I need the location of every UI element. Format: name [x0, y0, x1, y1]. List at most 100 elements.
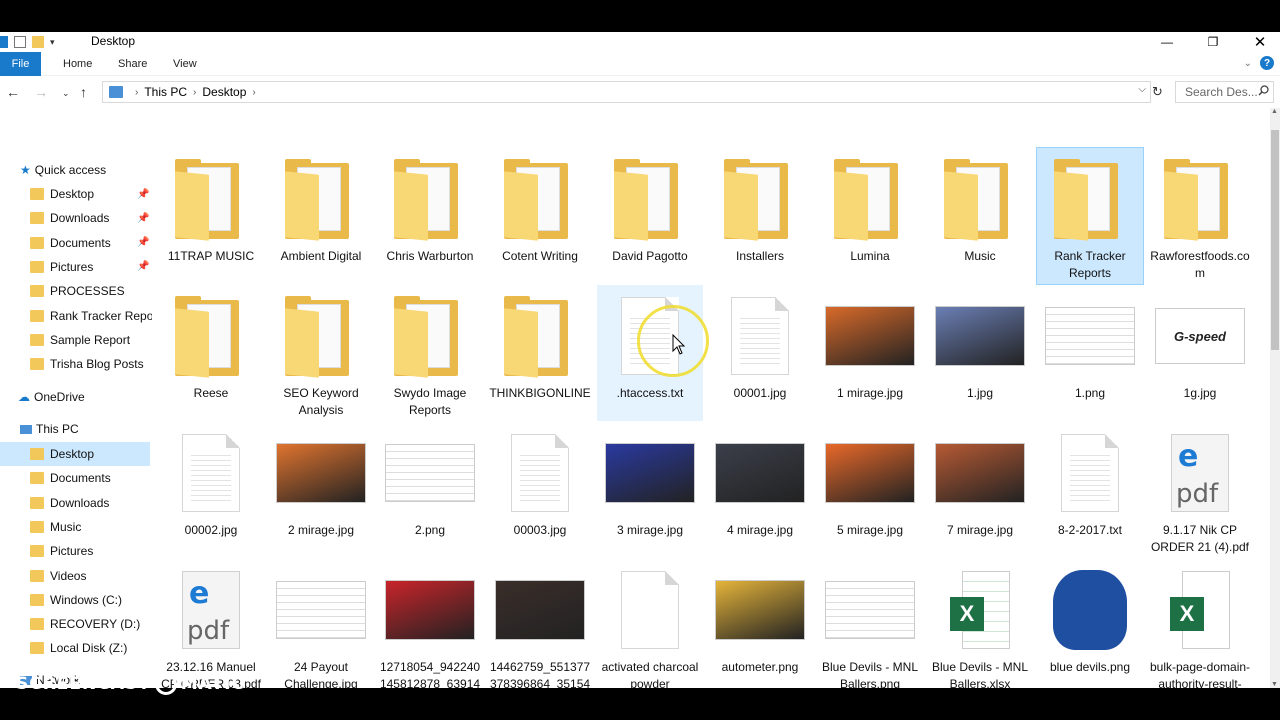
- pin-icon[interactable]: 📌: [137, 237, 149, 248]
- close-button[interactable]: ✕: [1237, 32, 1280, 52]
- refresh-icon[interactable]: ↻: [1152, 84, 1163, 100]
- back-arrow-icon[interactable]: ←: [6, 84, 20, 100]
- file-item[interactable]: Installers: [707, 148, 813, 284]
- file-item[interactable]: Cotent Writing: [487, 148, 593, 284]
- nav-label: Trisha Blog Posts: [50, 357, 144, 372]
- file-item[interactable]: e pdf 9.1.17 Nik CP ORDER 21 (4).pdf: [1147, 422, 1253, 558]
- nav-quick-access[interactable]: ★ Quick access: [0, 158, 150, 182]
- file-name: 1 mirage.jpg: [836, 386, 904, 400]
- file-item[interactable]: 12718054_942240145812878_639145843492140…: [377, 559, 483, 688]
- vertical-scrollbar[interactable]: ▲ ▼: [1270, 108, 1280, 688]
- nav-onedrive[interactable]: ☁ OneDrive: [0, 385, 150, 409]
- file-item[interactable]: David Pagotto: [597, 148, 703, 284]
- nav-quick-item[interactable]: Downloads 📌: [0, 206, 150, 230]
- nav-pc-item[interactable]: RECOVERY (D:): [0, 612, 150, 636]
- tab-view[interactable]: View: [165, 52, 205, 76]
- file-item[interactable]: Xbulk-page-domain-authority-result-2017-…: [1147, 559, 1253, 688]
- nav-pc-item[interactable]: Downloads: [0, 491, 150, 515]
- file-item[interactable]: 1.png: [1037, 285, 1143, 421]
- breadcrumb-this-pc[interactable]: This PC: [144, 85, 187, 99]
- recent-locations-chevron-icon[interactable]: ⌄: [62, 88, 70, 99]
- file-name: Lumina: [850, 249, 890, 263]
- breadcrumb-chevron-icon[interactable]: ›: [135, 87, 138, 98]
- file-item[interactable]: blue devils.png: [1037, 559, 1143, 688]
- screencast-logo-icon: [154, 673, 177, 695]
- file-item[interactable]: SEO Keyword Analysis: [268, 285, 374, 421]
- watermark-matic: MATIC: [180, 674, 245, 694]
- pin-icon[interactable]: 📌: [137, 213, 149, 224]
- customize-qa-chevron-icon[interactable]: ▾: [50, 37, 55, 48]
- pin-icon[interactable]: 📌: [137, 189, 149, 200]
- nav-pc-item[interactable]: Windows (C:): [0, 588, 150, 612]
- file-item[interactable]: Lumina: [817, 148, 923, 284]
- file-item[interactable]: 00003.jpg: [487, 422, 593, 558]
- nav-pc-item[interactable]: Pictures: [0, 539, 150, 563]
- new-folder-icon[interactable]: [32, 36, 44, 48]
- file-item[interactable]: 00002.jpg: [158, 422, 264, 558]
- file-item[interactable]: 4 mirage.jpg: [707, 422, 813, 558]
- scroll-down-arrow-icon[interactable]: ▼: [1271, 681, 1278, 688]
- breadcrumb-chevron-icon[interactable]: ›: [193, 87, 196, 98]
- nav-pc-item[interactable]: Desktop: [0, 442, 150, 466]
- minimize-button[interactable]: —: [1144, 32, 1190, 52]
- file-thumbnail: [385, 156, 475, 242]
- nav-quick-item[interactable]: Sample Report: [0, 328, 150, 352]
- address-history-chevron-icon[interactable]: ⌵: [1138, 84, 1146, 95]
- tab-file[interactable]: File: [0, 52, 41, 76]
- nav-quick-item[interactable]: Desktop 📌: [0, 182, 150, 206]
- file-name: Rank Tracker Reports: [1054, 249, 1126, 280]
- restore-button[interactable]: ❐: [1190, 32, 1236, 52]
- file-item[interactable]: 5 mirage.jpg: [817, 422, 923, 558]
- file-item[interactable]: 7 mirage.jpg: [927, 422, 1033, 558]
- file-item[interactable]: 24 Payout Challenge.jpg: [268, 559, 374, 688]
- expand-ribbon-chevron-icon[interactable]: ⌄: [1244, 58, 1252, 69]
- file-item[interactable]: Reese: [158, 285, 264, 421]
- file-item[interactable]: 00001.jpg: [707, 285, 813, 421]
- nav-quick-item[interactable]: PROCESSES: [0, 279, 150, 303]
- file-item[interactable]: 1.jpg: [927, 285, 1033, 421]
- nav-pc-item[interactable]: Documents: [0, 466, 150, 490]
- nav-quick-item[interactable]: Pictures 📌: [0, 255, 150, 279]
- tab-home[interactable]: Home: [55, 52, 100, 76]
- file-item[interactable]: THINKBIGONLINE: [487, 285, 593, 421]
- nav-this-pc[interactable]: This PC: [0, 417, 150, 441]
- file-item[interactable]: 2.png: [377, 422, 483, 558]
- nav-quick-item[interactable]: Trisha Blog Posts: [0, 352, 150, 376]
- nav-pc-item[interactable]: Local Disk (Z:): [0, 636, 150, 660]
- nav-quick-item[interactable]: Rank Tracker Report: [0, 304, 161, 328]
- file-item[interactable]: autometer.png: [707, 559, 813, 688]
- up-arrow-icon[interactable]: ↑: [80, 84, 87, 100]
- file-item[interactable]: 8-2-2017.txt: [1037, 422, 1143, 558]
- file-item[interactable]: 2 mirage.jpg: [268, 422, 374, 558]
- scrollbar-thumb[interactable]: [1271, 130, 1279, 350]
- file-item[interactable]: Music: [927, 148, 1033, 284]
- file-item[interactable]: 3 mirage.jpg: [597, 422, 703, 558]
- scroll-up-arrow-icon[interactable]: ▲: [1271, 108, 1278, 115]
- file-item[interactable]: Blue Devils - MNL Ballers.png: [817, 559, 923, 688]
- tab-share[interactable]: Share: [110, 52, 155, 76]
- nav-pc-item[interactable]: Videos: [0, 564, 150, 588]
- file-item[interactable]: 11TRAP MUSIC: [158, 148, 264, 284]
- breadcrumb-desktop[interactable]: Desktop: [202, 85, 246, 99]
- search-input[interactable]: Search Des...: [1175, 81, 1274, 103]
- file-item[interactable]: Rawforestfoods.com: [1147, 148, 1253, 284]
- file-item[interactable]: activated charcoal powder: [597, 559, 703, 688]
- pin-icon[interactable]: 📌: [137, 261, 149, 272]
- forward-arrow-icon[interactable]: →: [34, 84, 48, 100]
- file-item[interactable]: .htaccess.txt: [597, 285, 703, 421]
- file-item[interactable]: Ambient Digital: [268, 148, 374, 284]
- file-item[interactable]: Rank Tracker Reports: [1036, 147, 1144, 285]
- file-item[interactable]: 1 mirage.jpg: [817, 285, 923, 421]
- nav-quick-item[interactable]: Documents 📌: [0, 231, 150, 255]
- file-item[interactable]: Swydo Image Reports: [377, 285, 483, 421]
- file-item[interactable]: G-speed 1g.jpg: [1147, 285, 1253, 421]
- properties-icon[interactable]: [14, 36, 26, 48]
- nav-pc-item[interactable]: Music: [0, 515, 150, 539]
- file-item[interactable]: X Blue Devils - MNL Ballers.xlsx: [927, 559, 1033, 688]
- address-bar[interactable]: › This PC › Desktop › ⌵: [102, 81, 1151, 103]
- breadcrumb-chevron-icon[interactable]: ›: [252, 87, 255, 98]
- help-icon[interactable]: ?: [1260, 56, 1274, 70]
- file-item[interactable]: 14462759_551377378396864_351546096459838…: [487, 559, 593, 688]
- file-item[interactable]: Chris Warburton: [377, 148, 483, 284]
- nav-label: This PC: [36, 422, 79, 436]
